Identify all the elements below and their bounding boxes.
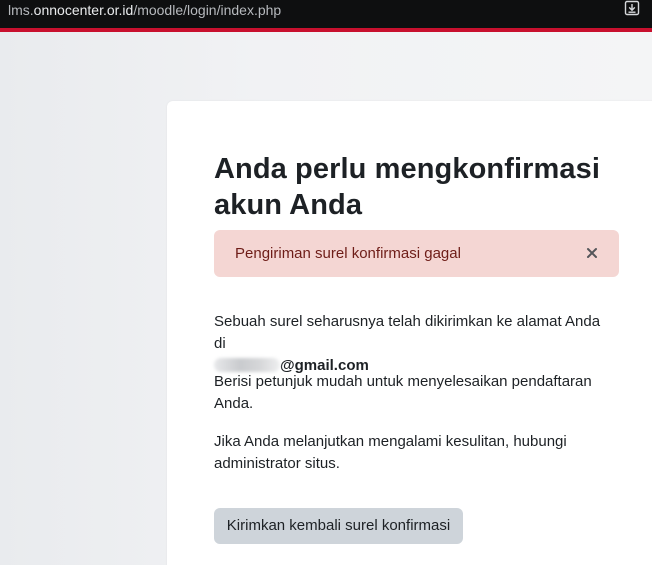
resend-confirmation-button[interactable]: Kirimkan kembali surel konfirmasi: [214, 508, 463, 544]
alert-message: Pengiriman surel konfirmasi gagal: [235, 245, 461, 262]
email-sent-text: Sebuah surel seharusnya telah dikirimkan…: [214, 313, 601, 352]
url-prefix: lms.: [8, 2, 34, 18]
close-icon[interactable]: [585, 246, 599, 260]
url-text[interactable]: lms.onnocenter.or.id/moodle/login/index.…: [8, 0, 281, 20]
error-alert: Pengiriman surel konfirmasi gagal: [214, 230, 619, 277]
browser-address-bar[interactable]: lms.onnocenter.or.id/moodle/login/index.…: [0, 0, 652, 28]
email-sent-paragraph: Sebuah surel seharusnya telah dikirimkan…: [214, 311, 614, 377]
url-host: onnocenter.or.id: [33, 2, 134, 18]
redacted-email-user: [214, 358, 280, 372]
instructions-paragraph: Berisi petunjuk mudah untuk menyelesaika…: [214, 373, 592, 412]
url-path: /moodle/login/index.php: [133, 2, 282, 18]
download-icon[interactable]: [624, 0, 640, 16]
help-paragraph: Jika Anda melanjutkan mengalami kesulita…: [214, 433, 567, 472]
page-title: Anda perlu mengkonfirmasi akun Anda: [214, 153, 601, 221]
